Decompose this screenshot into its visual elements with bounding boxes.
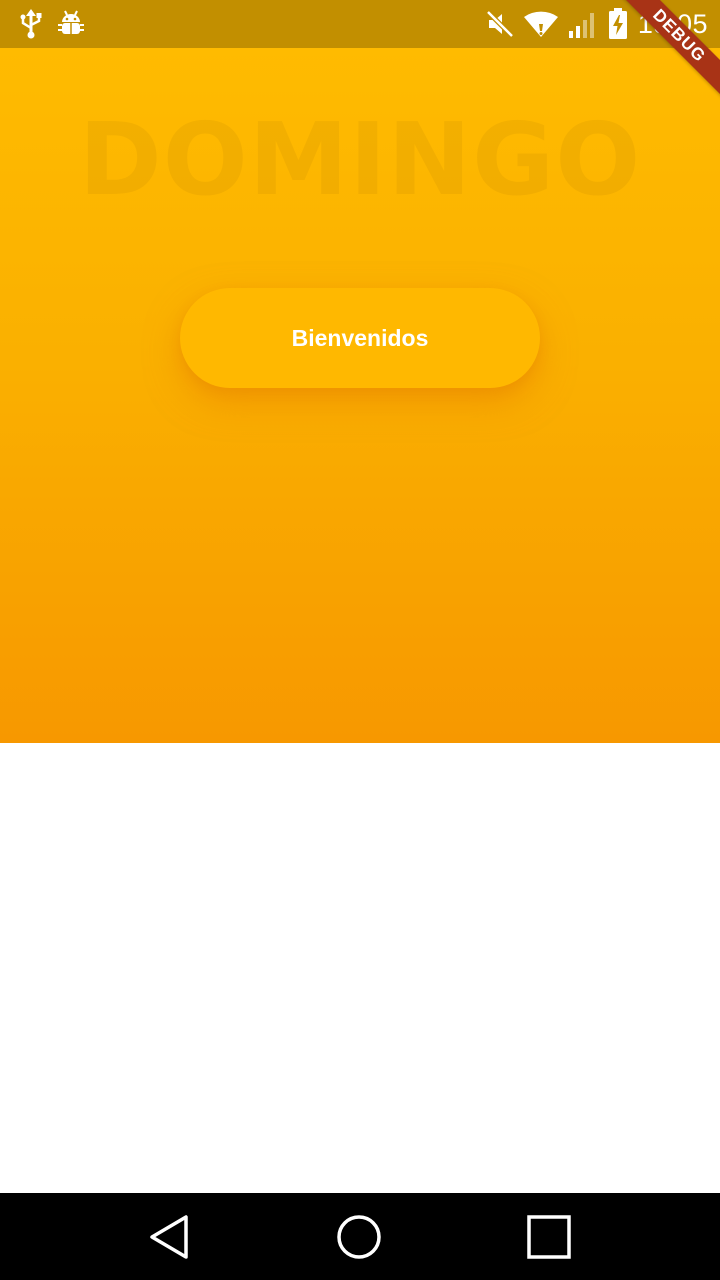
status-time: 18:05 [637, 8, 708, 39]
hero-panel: DOMINGO Bienvenidos [0, 48, 720, 743]
navigation-bar [0, 1193, 720, 1280]
signal-icon [568, 9, 598, 39]
recents-icon[interactable] [525, 1213, 573, 1261]
status-right-icons: 18:05 [486, 6, 708, 42]
mute-icon [486, 10, 514, 38]
home-icon[interactable] [335, 1213, 383, 1261]
hero-title: DOMINGO [78, 101, 642, 218]
back-icon[interactable] [146, 1213, 194, 1261]
status-left-icons [18, 8, 84, 40]
battery-charging-icon [608, 8, 628, 40]
welcome-button[interactable]: Bienvenidos [180, 288, 540, 388]
usb-icon [18, 9, 44, 39]
wifi-icon [523, 10, 558, 38]
status-bar: 18:05 [0, 0, 720, 48]
welcome-button-label: Bienvenidos [291, 324, 429, 351]
android-debug-icon [58, 9, 84, 39]
